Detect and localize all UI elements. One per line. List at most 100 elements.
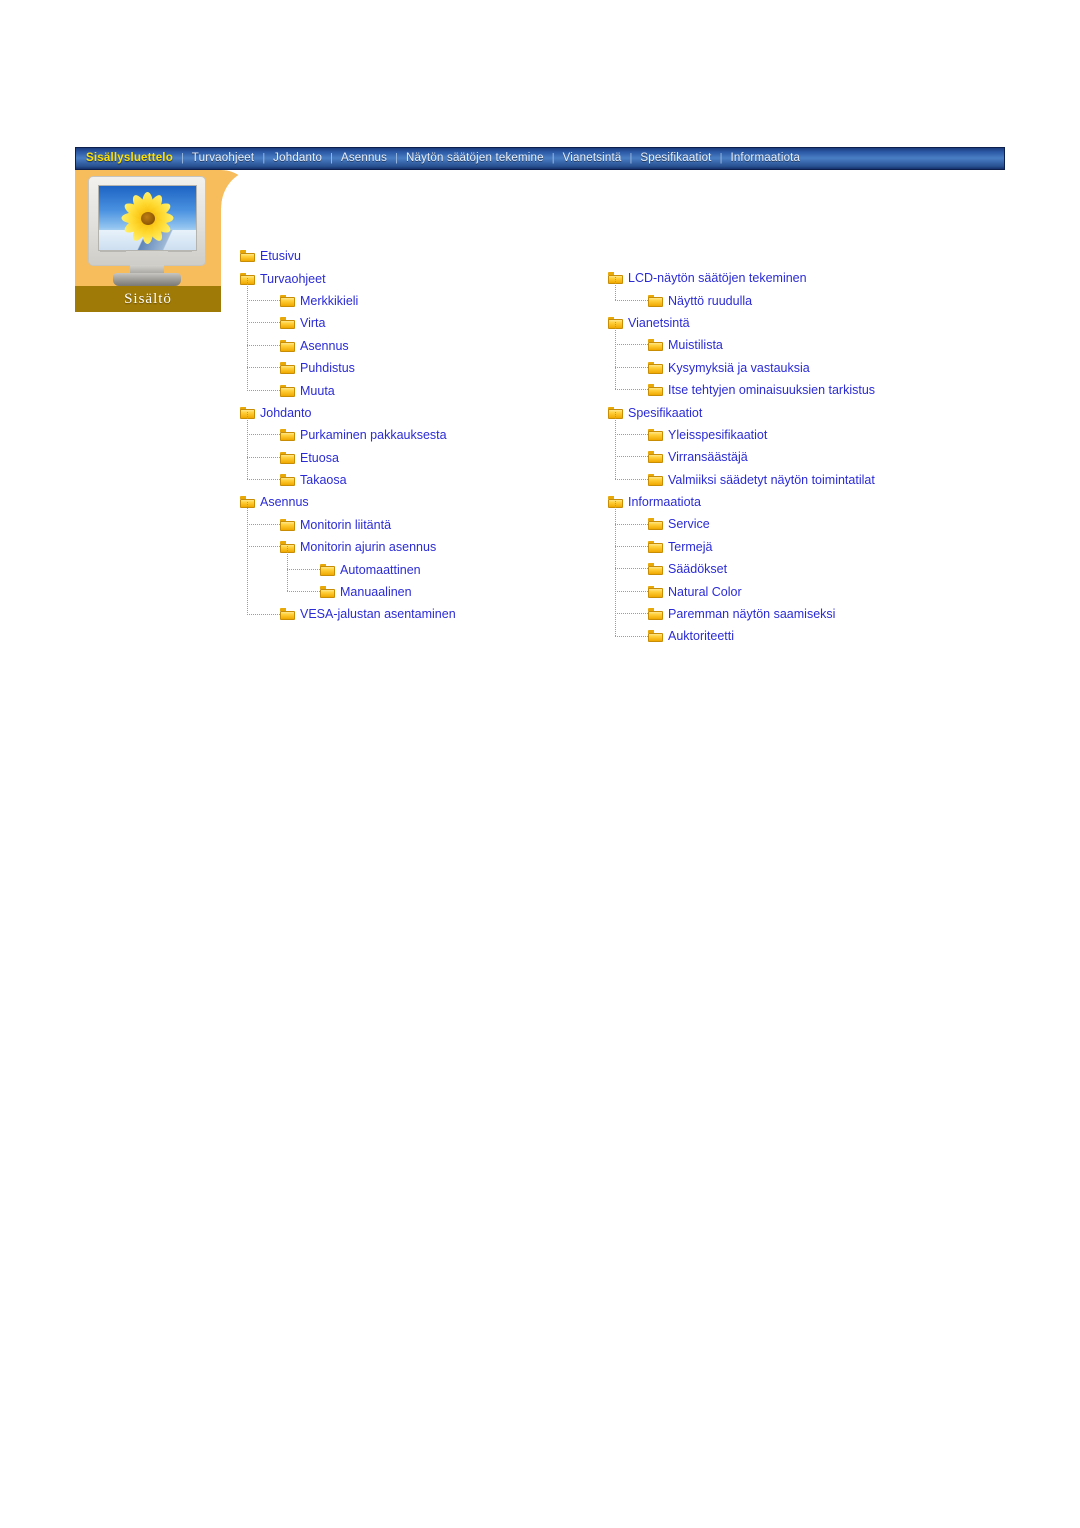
folder-icon: [280, 541, 295, 554]
nav-item-spesifikaatiot[interactable]: Spesifikaatiot: [634, 148, 717, 169]
folder-icon: [320, 563, 335, 576]
tree-item[interactable]: Turvaohjeet: [240, 267, 570, 289]
folder-icon: [240, 272, 255, 285]
tree-item-label: Natural Color: [668, 584, 742, 599]
tree-item[interactable]: Yleisspesifikaatiot: [608, 424, 968, 446]
tree-item[interactable]: Asennus: [240, 335, 570, 357]
folder-icon: [648, 339, 663, 352]
tree-item-label: Termejä: [668, 539, 713, 554]
tree-item[interactable]: Puhdistus: [240, 357, 570, 379]
tree-item[interactable]: Takaosa: [240, 469, 570, 491]
sidebar-caption: Sisältö: [75, 286, 221, 312]
tree-item-label: Muistilista: [668, 338, 723, 353]
folder-icon: [608, 316, 623, 329]
tree-item-label: Purkaminen pakkauksesta: [300, 428, 447, 443]
tree-item-label: Muuta: [300, 383, 335, 398]
tree-item-label: Säädökset: [668, 562, 728, 577]
tree-item[interactable]: Kysymyksiä ja vastauksia: [608, 357, 968, 379]
nav-item-näytön-säätöjen-tekemine[interactable]: Näytön säätöjen tekemine: [400, 148, 550, 169]
nav-separator: |: [262, 152, 266, 164]
folder-icon: [608, 406, 623, 419]
tree-item-label: Virransäästäjä: [668, 450, 748, 465]
nav-item-sisällysluettelo[interactable]: Sisällysluettelo: [80, 148, 179, 169]
tree-item-label: Asennus: [260, 495, 309, 510]
nav-item-asennus[interactable]: Asennus: [335, 148, 393, 169]
tree-item[interactable]: Valmiiksi säädetyt näytön toimintatilat: [608, 469, 968, 491]
monitor-sunflower-image: [88, 176, 210, 286]
tree-item-label: Manuaalinen: [340, 585, 412, 600]
tree-item-label: Informaatiota: [628, 495, 701, 510]
tree-item-label: Yleisspesifikaatiot: [668, 427, 768, 442]
tree-item[interactable]: Monitorin liitäntä: [240, 514, 570, 536]
tree-item[interactable]: Virransäästäjä: [608, 446, 968, 468]
nav-separator: |: [395, 152, 398, 164]
tree-item-label: Monitorin ajurin asennus: [300, 540, 437, 555]
tree-item-label: Näyttö ruudulla: [668, 293, 753, 308]
folder-icon: [280, 474, 295, 487]
tree-item[interactable]: Monitorin ajurin asennus: [240, 536, 570, 558]
folder-icon: [280, 384, 295, 397]
folder-icon: [648, 294, 663, 307]
tree-item-label: Spesifikaatiot: [628, 405, 703, 420]
folder-icon: [648, 451, 663, 464]
folder-icon: [648, 630, 663, 643]
sunflower-icon: [120, 192, 176, 244]
nav-item-johdanto[interactable]: Johdanto: [267, 148, 328, 169]
tree-item-label: Puhdistus: [300, 361, 355, 376]
folder-icon: [608, 496, 623, 509]
tree-item[interactable]: Manuaalinen: [240, 581, 570, 603]
tree-item[interactable]: Purkaminen pakkauksesta: [240, 424, 570, 446]
folder-icon: [648, 361, 663, 374]
tree-item[interactable]: Muistilista: [608, 334, 968, 356]
tree-item[interactable]: Asennus: [240, 491, 570, 513]
folder-icon: [280, 518, 295, 531]
nav-separator: |: [180, 152, 184, 164]
tree-item[interactable]: Etuosa: [240, 447, 570, 469]
tree-item[interactable]: Etusivu: [240, 245, 570, 267]
tree-item-label: Johdanto: [260, 405, 312, 420]
tree-item[interactable]: Merkkikieli: [240, 290, 570, 312]
tree-item[interactable]: Auktoriteetti: [608, 625, 968, 647]
folder-icon: [280, 317, 295, 330]
tree-item[interactable]: LCD-näytön säätöjen tekeminen: [608, 267, 968, 289]
folder-icon: [648, 608, 663, 621]
folder-icon: [280, 608, 295, 621]
tree-item-label: Etusivu: [260, 249, 301, 264]
folder-icon: [280, 451, 295, 464]
tree-item-label: Asennus: [300, 338, 349, 353]
nav-separator: |: [719, 152, 723, 164]
tree-item[interactable]: Muuta: [240, 379, 570, 401]
tree-item-label: VESA-jalustan asentaminen: [300, 607, 456, 622]
sidebar-panel-rounded-corner: [221, 170, 255, 208]
tree-item-label: Kysymyksiä ja vastauksia: [668, 360, 810, 375]
tree-item-label: Virta: [300, 316, 326, 331]
tree-item[interactable]: Näyttö ruudulla: [608, 289, 968, 311]
tree-item[interactable]: Informaatiota: [608, 491, 968, 513]
nav-item-informaatiota[interactable]: Informaatiota: [724, 148, 806, 169]
tree-item[interactable]: Service: [608, 513, 968, 535]
tree-item[interactable]: Johdanto: [240, 402, 570, 424]
nav-item-vianetsintä[interactable]: Vianetsintä: [557, 148, 628, 169]
tree-item[interactable]: Säädökset: [608, 558, 968, 580]
folder-icon: [648, 384, 663, 397]
tree-item-label: Monitorin liitäntä: [300, 517, 392, 532]
folder-icon: [648, 473, 663, 486]
tree-item[interactable]: Vianetsintä: [608, 312, 968, 334]
folder-icon: [648, 540, 663, 553]
folder-icon: [648, 428, 663, 441]
nav-separator: |: [551, 152, 555, 164]
tree-item[interactable]: Itse tehtyjen ominaisuuksien tarkistus: [608, 379, 968, 401]
tree-item[interactable]: Natural Color: [608, 580, 968, 602]
tree-item[interactable]: Termejä: [608, 536, 968, 558]
folder-icon: [648, 585, 663, 598]
tree-item[interactable]: Virta: [240, 312, 570, 334]
tree-item[interactable]: Paremman näytön saamiseksi: [608, 603, 968, 625]
tree-item-label: Automaattinen: [340, 562, 421, 577]
folder-icon: [280, 339, 295, 352]
tree-item[interactable]: Automaattinen: [240, 558, 570, 580]
tree-item[interactable]: Spesifikaatiot: [608, 401, 968, 423]
nav-item-turvaohjeet[interactable]: Turvaohjeet: [186, 148, 261, 169]
tree-item-label: Paremman näytön saamiseksi: [668, 607, 836, 622]
folder-icon: [648, 518, 663, 531]
tree-item[interactable]: VESA-jalustan asentaminen: [240, 603, 570, 625]
